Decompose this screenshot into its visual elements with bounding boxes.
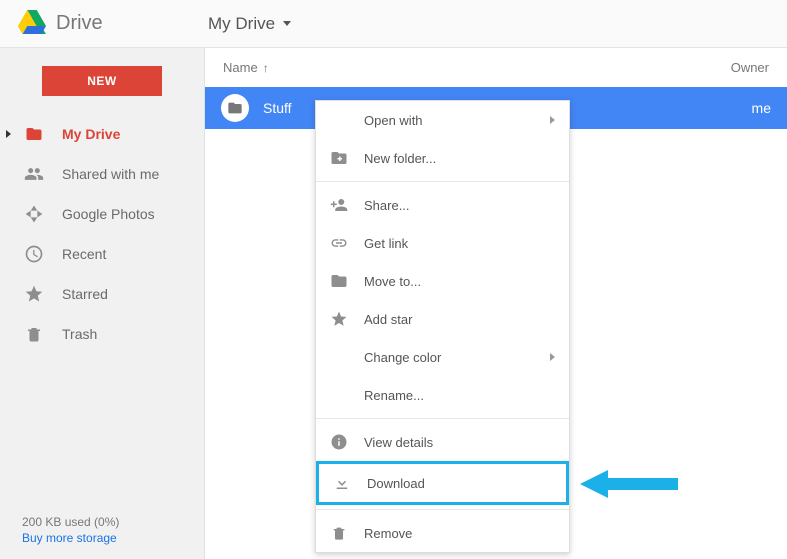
- sidebar-item-recent[interactable]: Recent: [0, 234, 204, 274]
- buy-storage-link[interactable]: Buy more storage: [22, 531, 119, 545]
- menu-separator: [316, 509, 569, 510]
- trash-icon: [330, 524, 348, 542]
- new-folder-icon: [330, 149, 348, 167]
- trash-icon: [24, 324, 44, 344]
- storage-used-text: 200 KB used (0%): [22, 515, 119, 529]
- new-button[interactable]: NEW: [42, 66, 162, 96]
- menu-label: New folder...: [364, 151, 436, 166]
- menu-label: Remove: [364, 526, 412, 541]
- menu-rename[interactable]: Rename...: [316, 376, 569, 414]
- spacer-icon: [330, 386, 348, 404]
- menu-remove[interactable]: Remove: [316, 514, 569, 552]
- dropdown-caret-icon: [283, 21, 291, 26]
- sidebar-item-label: Starred: [62, 286, 108, 302]
- file-name: Stuff: [263, 100, 292, 116]
- arrow-shaft: [608, 478, 678, 490]
- people-icon: [24, 164, 44, 184]
- submenu-caret-icon: [550, 116, 555, 124]
- sidebar: NEW My Drive Shared with me Google Photo: [0, 48, 205, 559]
- storage-block: 200 KB used (0%) Buy more storage: [22, 515, 119, 545]
- clock-icon: [24, 244, 44, 264]
- breadcrumb-label: My Drive: [208, 14, 275, 34]
- spacer-icon: [330, 111, 348, 129]
- folder-icon: [24, 124, 44, 144]
- sidebar-item-starred[interactable]: Starred: [0, 274, 204, 314]
- folder-icon: [221, 94, 249, 122]
- info-icon: [330, 433, 348, 451]
- annotation-arrow: [580, 470, 678, 498]
- menu-separator: [316, 418, 569, 419]
- menu-add-star[interactable]: Add star: [316, 300, 569, 338]
- menu-label: Share...: [364, 198, 410, 213]
- context-menu: Open with New folder... Share... Get lin…: [315, 100, 570, 553]
- column-headers: Name ↑ Owner: [205, 48, 787, 87]
- sidebar-item-label: My Drive: [62, 126, 120, 142]
- sidebar-item-label: Trash: [62, 326, 97, 342]
- menu-label: Change color: [364, 350, 441, 365]
- sidebar-item-photos[interactable]: Google Photos: [0, 194, 204, 234]
- menu-label: Move to...: [364, 274, 421, 289]
- column-owner[interactable]: Owner: [731, 60, 769, 75]
- star-icon: [24, 284, 44, 304]
- menu-label: Download: [367, 476, 425, 491]
- folder-icon: [330, 272, 348, 290]
- sidebar-item-my-drive[interactable]: My Drive: [0, 114, 204, 154]
- expand-caret-icon: [6, 130, 11, 138]
- menu-view-details[interactable]: View details: [316, 423, 569, 461]
- spacer-icon: [330, 348, 348, 366]
- sidebar-item-trash[interactable]: Trash: [0, 314, 204, 354]
- menu-label: Get link: [364, 236, 408, 251]
- sidebar-item-label: Shared with me: [62, 166, 159, 182]
- menu-change-color[interactable]: Change color: [316, 338, 569, 376]
- submenu-caret-icon: [550, 353, 555, 361]
- menu-label: Open with: [364, 113, 423, 128]
- menu-label: Add star: [364, 312, 412, 327]
- menu-share[interactable]: Share...: [316, 186, 569, 224]
- menu-label: Rename...: [364, 388, 424, 403]
- download-icon: [333, 474, 351, 492]
- arrow-head-icon: [580, 470, 608, 498]
- header: Drive My Drive: [0, 0, 787, 48]
- menu-label: View details: [364, 435, 433, 450]
- sidebar-item-label: Recent: [62, 246, 106, 262]
- column-name-label: Name: [223, 60, 258, 75]
- menu-new-folder[interactable]: New folder...: [316, 139, 569, 177]
- star-icon: [330, 310, 348, 328]
- file-owner: me: [752, 100, 771, 116]
- sidebar-item-label: Google Photos: [62, 206, 155, 222]
- photos-icon: [24, 204, 44, 224]
- column-name[interactable]: Name ↑: [223, 60, 269, 75]
- breadcrumb[interactable]: My Drive: [208, 14, 291, 34]
- brand-name: Drive: [56, 12, 103, 35]
- sort-asc-icon: ↑: [263, 61, 269, 75]
- menu-get-link[interactable]: Get link: [316, 224, 569, 262]
- sidebar-item-shared[interactable]: Shared with me: [0, 154, 204, 194]
- link-icon: [330, 234, 348, 252]
- menu-open-with[interactable]: Open with: [316, 101, 569, 139]
- menu-move-to[interactable]: Move to...: [316, 262, 569, 300]
- person-add-icon: [330, 196, 348, 214]
- drive-logo-icon: [18, 10, 46, 37]
- menu-download[interactable]: Download: [316, 461, 569, 505]
- menu-separator: [316, 181, 569, 182]
